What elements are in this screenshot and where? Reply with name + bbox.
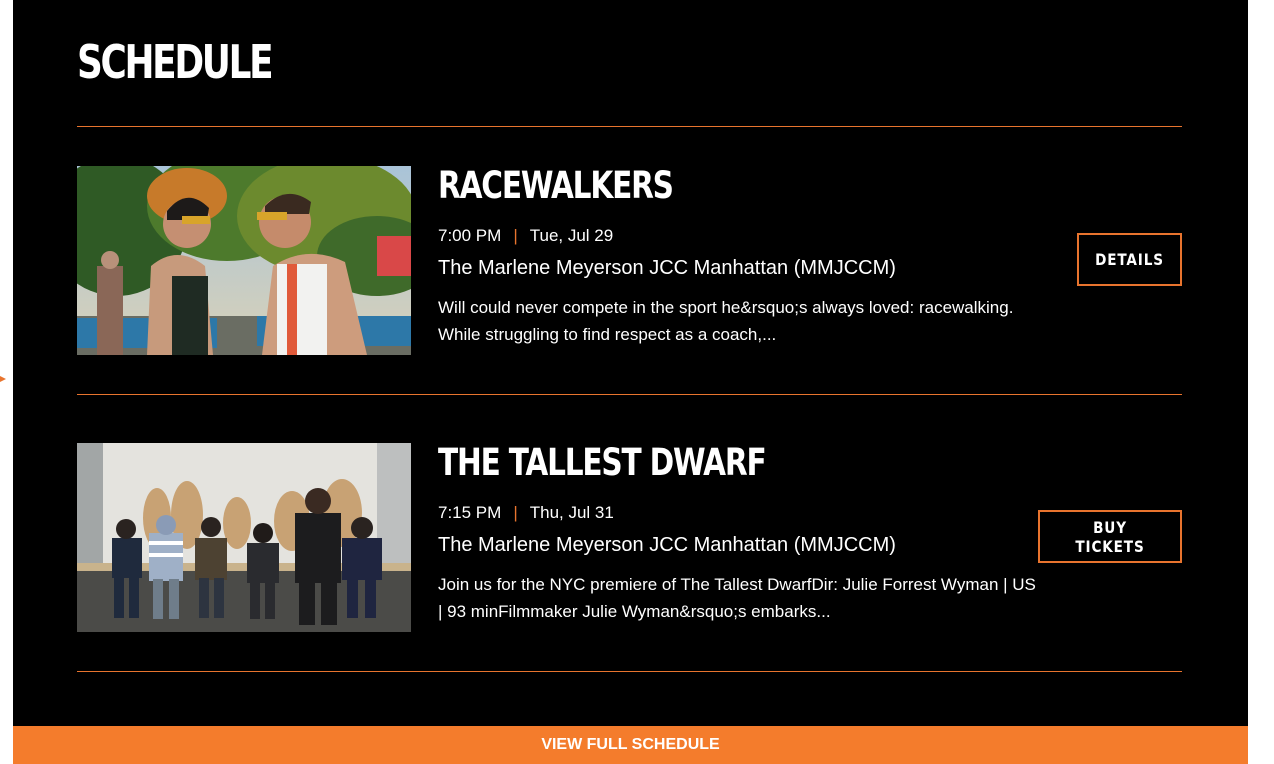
event-venue: The Marlene Meyerson JCC Manhattan (MMJC… [438,257,896,279]
section-title: SCHEDULE [77,35,274,89]
divider [77,394,1182,395]
event-image[interactable] [77,166,411,355]
event-title[interactable]: THE TALLEST DWARF [438,443,918,487]
event-date: Thu, Jul 31 [529,503,614,522]
film-still-image [77,166,411,355]
buy-tickets-button-label: BUY TICKETS [1075,517,1145,556]
event-title[interactable]: RACEWALKERS [438,166,918,210]
details-button[interactable]: DETAILS [1077,233,1182,286]
event-time: 7:15 PM [438,503,502,522]
datetime-separator: | [513,503,518,522]
datetime-separator: | [513,226,518,245]
details-button-label: DETAILS [1095,250,1164,269]
film-still-image [77,443,411,632]
event-datetime: 7:00 PM | Tue, Jul 29 [438,226,1038,246]
event-time: 7:00 PM [438,226,502,245]
view-full-schedule-label: VIEW FULL SCHEDULE [541,736,720,753]
edge-arrow-icon [0,376,6,382]
event-image[interactable] [77,443,411,632]
page: SCHEDULE RACEWALKERS 7:00 PM | Tue, Jul … [0,0,1274,764]
schedule-panel: SCHEDULE RACEWALKERS 7:00 PM | Tue, Jul … [13,0,1248,764]
event-venue: The Marlene Meyerson JCC Manhattan (MMJC… [438,534,896,556]
divider [77,126,1182,127]
event-info: THE TALLEST DWARF 7:15 PM | Thu, Jul 31 Th… [438,443,1038,625]
event-card-tallest-dwarf: THE TALLEST DWARF 7:15 PM | Thu, Jul 31 Th… [77,443,1182,633]
event-card-racewalkers: RACEWALKERS 7:00 PM | Tue, Jul 29 The Marl… [77,166,1182,356]
event-datetime: 7:15 PM | Thu, Jul 31 [438,503,1038,523]
buy-tickets-button[interactable]: BUY TICKETS [1038,510,1182,563]
event-date: Tue, Jul 29 [529,226,614,245]
event-description: Will could never compete in the sport he… [438,298,1014,344]
view-full-schedule-button[interactable]: VIEW FULL SCHEDULE [13,726,1248,764]
divider [77,671,1182,672]
event-description: Join us for the NYC premiere of The Tall… [438,575,1036,621]
event-info: RACEWALKERS 7:00 PM | Tue, Jul 29 The Marl… [438,166,1038,348]
